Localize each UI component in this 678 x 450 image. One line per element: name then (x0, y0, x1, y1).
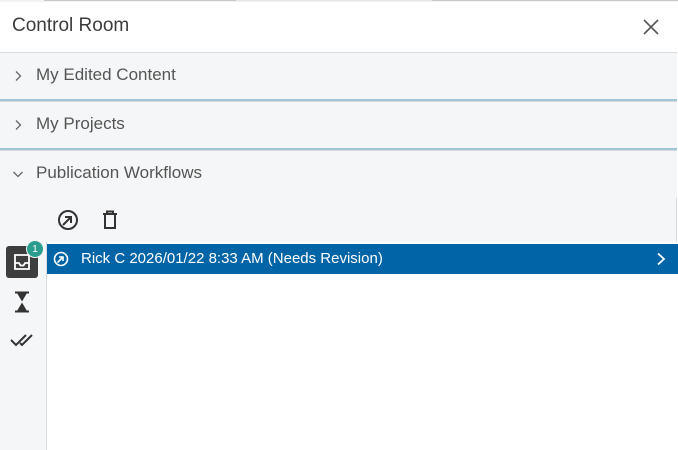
publish-icon[interactable] (56, 208, 80, 232)
panel-title: Control Room (12, 15, 130, 36)
completed-filter-button[interactable] (6, 324, 38, 356)
panel-header: Control Room (0, 2, 677, 52)
double-check-icon (10, 334, 33, 347)
section-my-edited-content[interactable]: My Edited Content (0, 52, 677, 100)
top-strip-segment (432, 0, 678, 1)
close-icon[interactable] (642, 18, 660, 36)
chevron-down-icon (13, 171, 23, 178)
control-room-panel: Control Room My Edited Content My Projec… (0, 2, 678, 450)
chevron-right-icon (15, 120, 22, 130)
chevron-right-icon (15, 71, 22, 81)
section-publication-workflows[interactable]: Publication Workflows (0, 150, 677, 198)
top-strip-segment (236, 0, 432, 1)
hourglass-icon (15, 291, 29, 313)
workflow-list: Rick C 2026/01/22 8:33 AM (Needs Revisio… (46, 242, 678, 450)
pending-filter-button[interactable] (6, 286, 38, 318)
section-label: Publication Workflows (36, 163, 202, 182)
chevron-right-icon (657, 252, 666, 266)
publish-icon (53, 251, 69, 267)
workflow-row-label: Rick C 2026/01/22 8:33 AM (Needs Revisio… (81, 250, 383, 267)
top-strip-segment (44, 0, 236, 1)
trash-icon[interactable] (98, 208, 122, 232)
section-label: My Projects (36, 114, 125, 133)
section-my-projects[interactable]: My Projects (0, 101, 677, 149)
section-label: My Edited Content (36, 65, 176, 84)
inbox-count-badge: 1 (26, 240, 44, 258)
workflow-filter-rail: 1 (0, 240, 46, 450)
workflow-row[interactable]: Rick C 2026/01/22 8:33 AM (Needs Revisio… (47, 244, 678, 274)
inbox-filter-button[interactable]: 1 (6, 240, 44, 278)
